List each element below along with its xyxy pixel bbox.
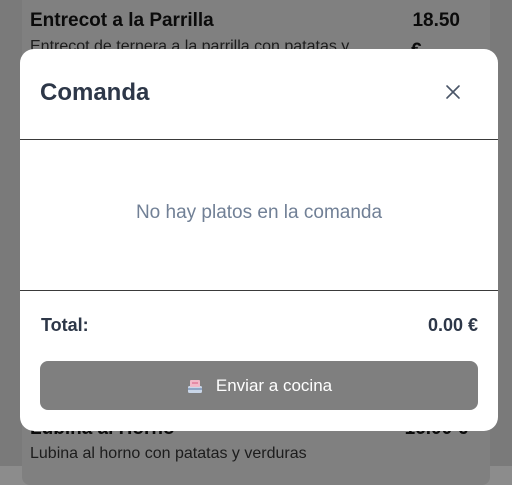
close-button[interactable] xyxy=(438,77,468,107)
kitchen-tray-icon xyxy=(187,379,202,393)
order-modal: Comanda No hay platos en la comanda Tota… xyxy=(20,49,498,431)
send-button-label: Enviar a cocina xyxy=(215,375,333,395)
menu-item-description: Lubina al horno con patatas y verduras xyxy=(30,445,307,462)
modal-header: Comanda xyxy=(20,49,498,139)
total-value: 0.00 € xyxy=(427,315,478,335)
empty-order-message: No hay platos en la comanda xyxy=(135,202,383,223)
header-divider xyxy=(20,139,498,140)
modal-title: Comanda xyxy=(40,79,150,106)
footer-divider xyxy=(20,290,498,291)
close-icon xyxy=(446,85,460,99)
menu-item-price: 18.50 xyxy=(412,10,460,31)
menu-item-name: Entrecot a la Parrilla xyxy=(30,10,214,31)
send-to-kitchen-button[interactable]: Enviar a cocina xyxy=(40,361,478,410)
total-label: Total: xyxy=(41,315,89,335)
